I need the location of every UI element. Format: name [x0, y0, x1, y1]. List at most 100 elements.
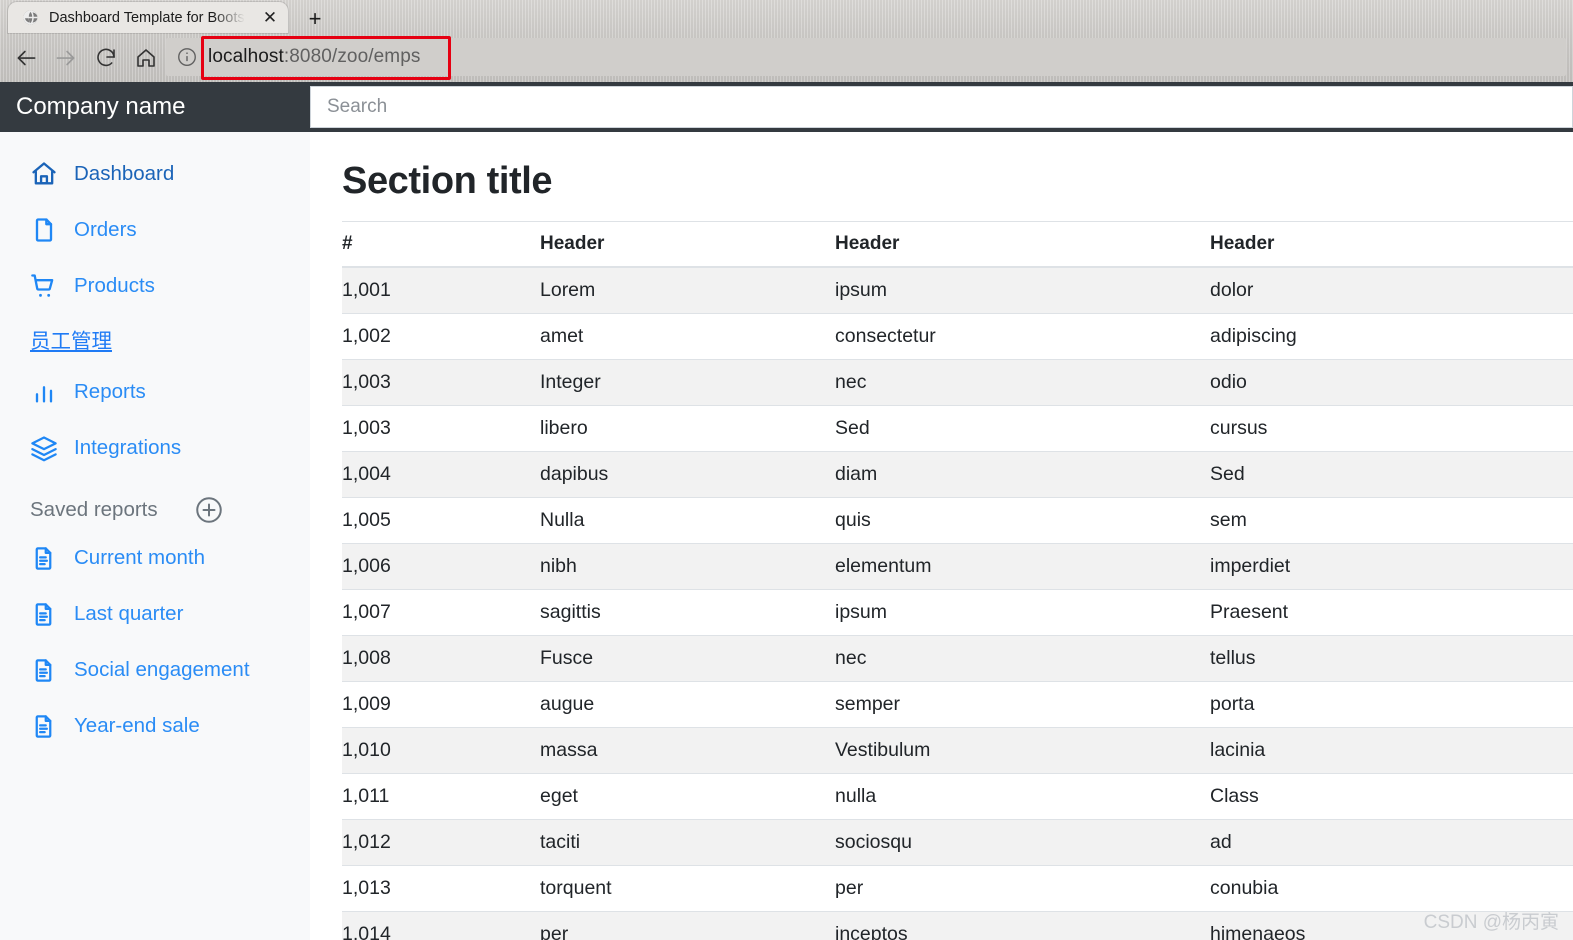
close-icon[interactable]: ✕	[260, 8, 280, 28]
table-cell: augue	[540, 681, 835, 728]
table-cell: nibh	[540, 543, 835, 590]
sidebar-item-reports[interactable]: Reports	[0, 364, 310, 420]
table-cell: lacinia	[1210, 727, 1573, 774]
sidebar-item-label: Reports	[74, 380, 146, 403]
table-cell: inceptos	[835, 911, 1210, 940]
plus-circle-icon[interactable]	[194, 495, 224, 525]
table-cell: 1,012	[342, 819, 540, 866]
saved-reports-header: Saved reports	[0, 476, 310, 530]
table-cell: Fusce	[540, 635, 835, 682]
browser-chrome: Dashboard Template for Boots ✕ + localho…	[0, 0, 1573, 82]
shopping-cart-icon	[30, 271, 60, 301]
table-cell: Sed	[835, 405, 1210, 452]
saved-report-social-engagement[interactable]: Social engagement	[0, 642, 310, 698]
table-cell: massa	[540, 727, 835, 774]
table-cell: cursus	[1210, 405, 1573, 452]
table-cell: Praesent	[1210, 589, 1573, 636]
table-cell: nec	[835, 359, 1210, 406]
sidebar-item-employee-management[interactable]: 员工管理	[0, 314, 310, 364]
file-text-icon	[30, 543, 60, 573]
table-row: 1,007 sagittis ipsum Praesent	[342, 589, 1573, 636]
saved-report-current-month[interactable]: Current month	[0, 530, 310, 586]
table-row: 1,012 taciti sociosqu ad	[342, 819, 1573, 866]
layers-icon	[30, 433, 60, 463]
table-row: 1,001 Lorem ipsum dolor	[342, 266, 1573, 314]
table-row: 1,011 eget nulla Class	[342, 773, 1573, 820]
table-cell: conubia	[1210, 865, 1573, 912]
home-icon[interactable]	[126, 38, 166, 78]
bar-chart-icon	[30, 377, 60, 407]
table-cell: 1,002	[342, 313, 540, 360]
file-text-icon	[30, 655, 60, 685]
table-cell: Integer	[540, 359, 835, 406]
saved-reports-title: Saved reports	[30, 498, 158, 521]
saved-report-year-end-sale[interactable]: Year-end sale	[0, 698, 310, 754]
table-cell: diam	[835, 451, 1210, 498]
reload-icon[interactable]	[86, 38, 126, 78]
table-cell: 1,003	[342, 359, 540, 406]
table-cell: Class	[1210, 773, 1573, 820]
saved-reports-list: Current month Last quarter Social engage…	[0, 530, 310, 754]
table-column-header: #	[342, 221, 540, 268]
table-cell: 1,004	[342, 451, 540, 498]
table-cell: per	[540, 911, 835, 940]
table-cell: 1,001	[342, 266, 540, 314]
search-input[interactable]	[310, 86, 1573, 128]
sidebar-item-label: Products	[74, 274, 155, 297]
tab-strip: Dashboard Template for Boots ✕ +	[0, 0, 1573, 33]
table-cell: 1,007	[342, 589, 540, 636]
sidebar-item-label: Orders	[74, 218, 137, 241]
table-row: 1,008 Fusce nec tellus	[342, 635, 1573, 682]
new-tab-button[interactable]: +	[298, 5, 332, 33]
table-cell: adipiscing	[1210, 313, 1573, 360]
table-cell: ad	[1210, 819, 1573, 866]
url-path: :8080/zoo/emps	[283, 46, 421, 67]
sidebar-item-integrations[interactable]: Integrations	[0, 420, 310, 476]
saved-report-last-quarter[interactable]: Last quarter	[0, 586, 310, 642]
back-arrow-icon[interactable]	[6, 38, 46, 78]
table-cell: dolor	[1210, 266, 1573, 314]
table-cell: semper	[835, 681, 1210, 728]
table-cell: Nulla	[540, 497, 835, 544]
table-cell: ipsum	[835, 589, 1210, 636]
table-row: 1,003 libero Sed cursus	[342, 405, 1573, 452]
table-cell: libero	[540, 405, 835, 452]
watermark: CSDN @杨丙寅	[1423, 912, 1559, 933]
url-text[interactable]: localhost:8080/zoo/emps	[208, 46, 421, 68]
table-row: 1,005 Nulla quis sem	[342, 497, 1573, 544]
sidebar-item-products[interactable]: Products	[0, 258, 310, 314]
table-cell: sociosqu	[835, 819, 1210, 866]
table-cell: eget	[540, 773, 835, 820]
table-cell: sagittis	[540, 589, 835, 636]
table-cell: 1,009	[342, 681, 540, 728]
table-cell: consectetur	[835, 313, 1210, 360]
page-viewport: Company name Dashboard Orders	[0, 82, 1573, 940]
browser-tab[interactable]: Dashboard Template for Boots ✕	[8, 2, 288, 33]
brand-title[interactable]: Company name	[0, 93, 310, 121]
table-cell: nulla	[835, 773, 1210, 820]
url-host: localhost	[208, 46, 284, 67]
table-cell: porta	[1210, 681, 1573, 728]
data-table: # Header Header Header 1,001 Lorem ipsum dolor…	[342, 221, 1573, 940]
table-column-header: Header	[1210, 221, 1573, 268]
table-cell: tellus	[1210, 635, 1573, 682]
url-bar[interactable]: localhost:8080/zoo/emps	[166, 38, 1566, 76]
sidebar-item-orders[interactable]: Orders	[0, 202, 310, 258]
table-column-header: Header	[540, 221, 835, 268]
tab-title: Dashboard Template for Boots	[49, 9, 245, 26]
table-cell: elementum	[835, 543, 1210, 590]
sidebar-item-dashboard[interactable]: Dashboard	[0, 146, 310, 202]
table-cell: 1,014	[342, 911, 540, 940]
saved-report-label: Last quarter	[74, 602, 184, 625]
site-info-icon[interactable]	[166, 46, 208, 68]
table-row: 1,010 massa Vestibulum lacinia	[342, 727, 1573, 774]
table-cell: 1,003	[342, 405, 540, 452]
home-icon	[30, 159, 60, 189]
file-icon	[30, 215, 60, 245]
table-row: 1,013 torquent per conubia	[342, 865, 1573, 912]
table-cell: Sed	[1210, 451, 1573, 498]
table-cell: odio	[1210, 359, 1573, 406]
file-text-icon	[30, 599, 60, 629]
table-column-header: Header	[835, 221, 1210, 268]
sidebar-nav-list: Dashboard Orders Products 员工管理 Reports I…	[0, 146, 310, 476]
